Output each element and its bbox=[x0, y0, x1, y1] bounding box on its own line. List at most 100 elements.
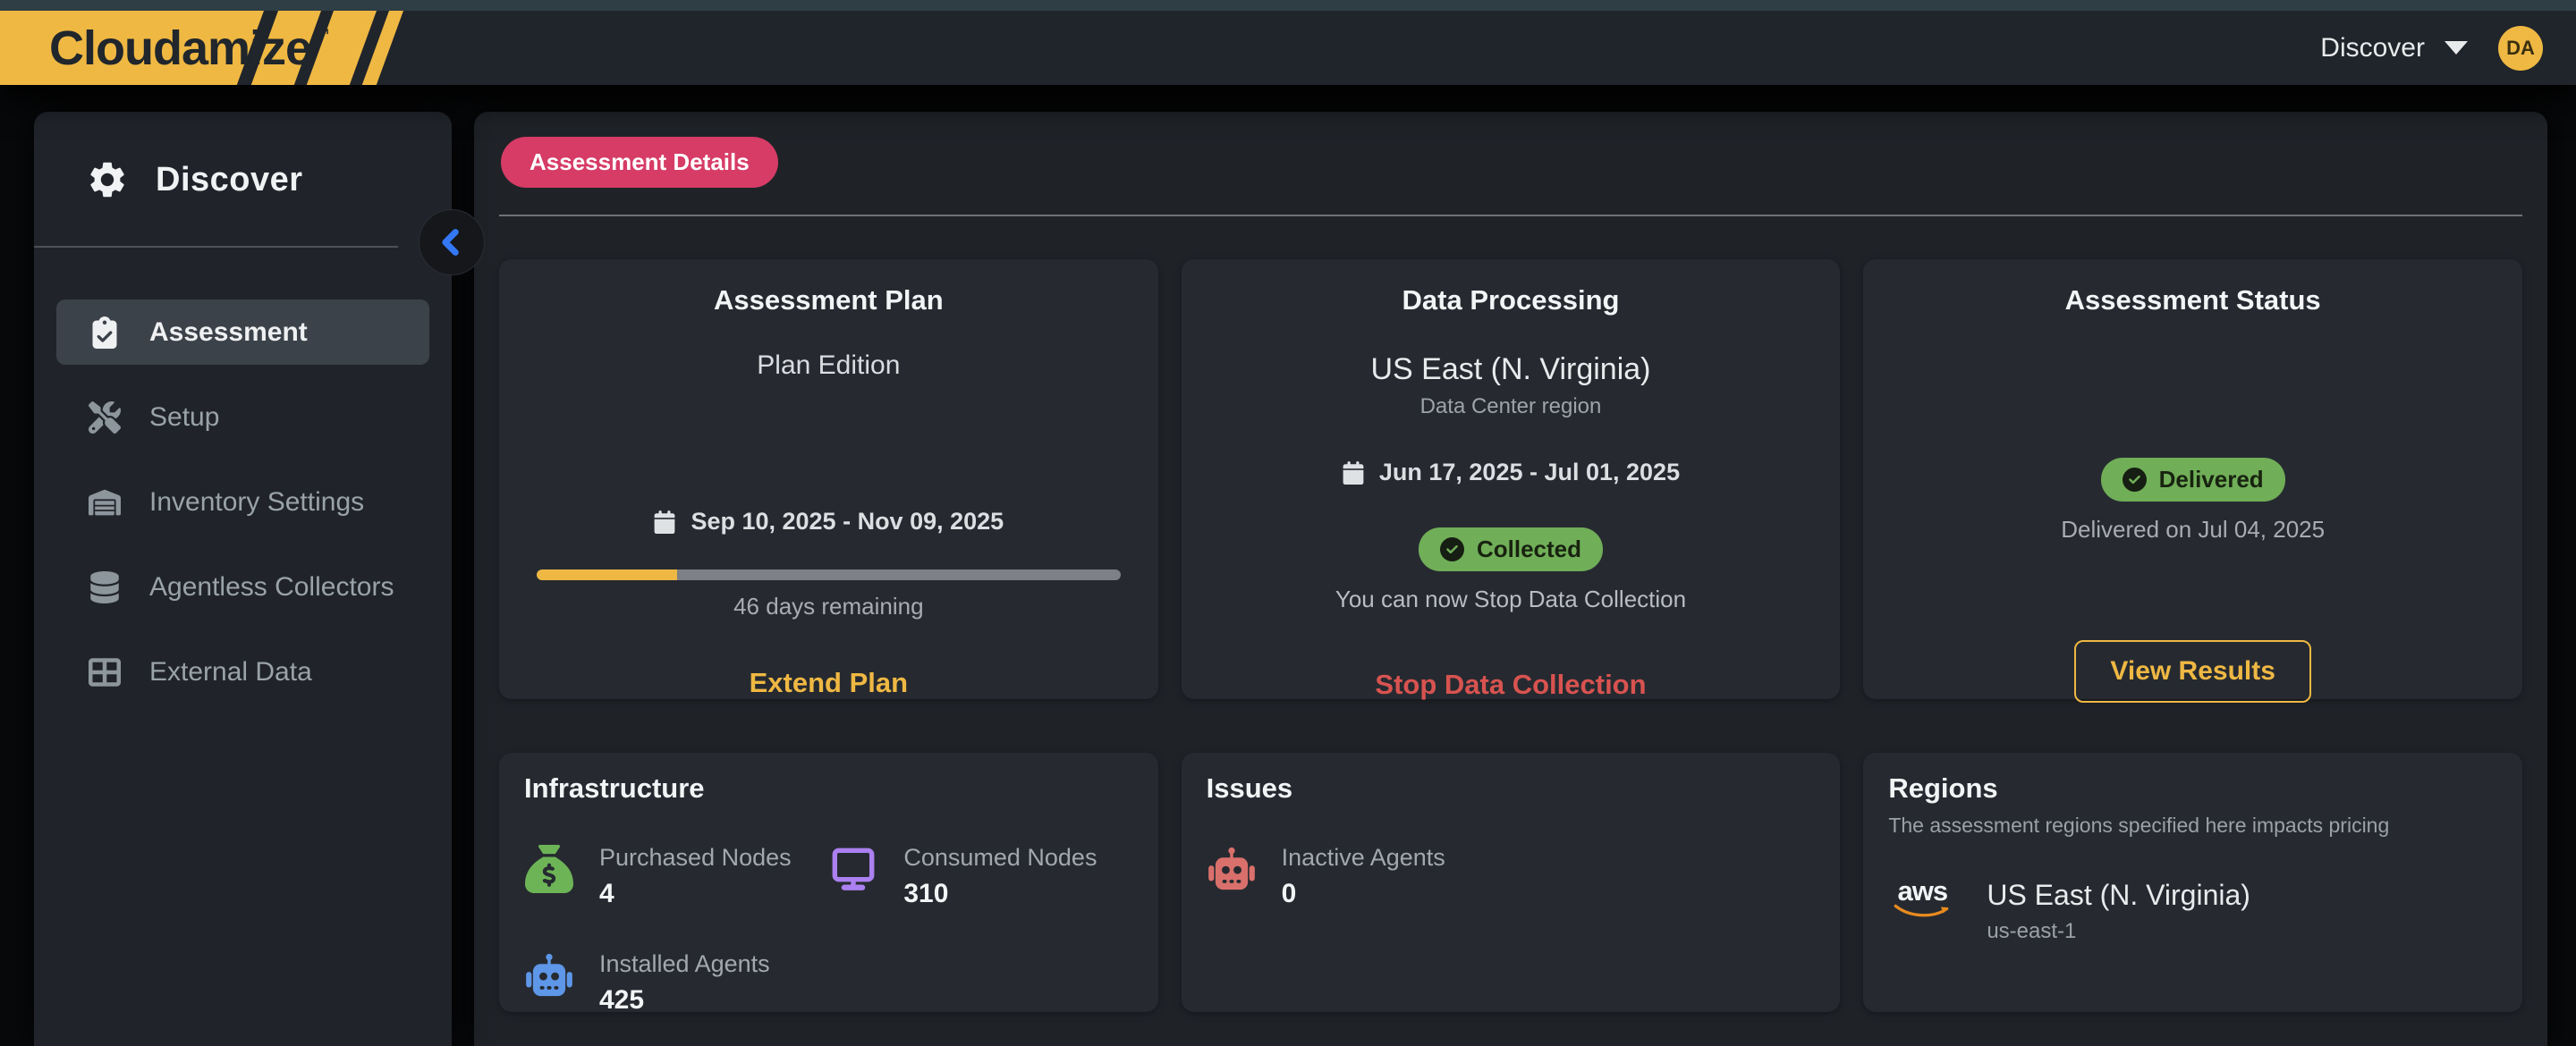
metric-value: 0 bbox=[1282, 879, 1445, 909]
metric-value: 425 bbox=[599, 985, 770, 1016]
check-circle-icon bbox=[2123, 468, 2147, 492]
card-title: Data Processing bbox=[1402, 284, 1620, 316]
card-title: Regions bbox=[1888, 772, 2497, 805]
sidebar-item-external-data[interactable]: External Data bbox=[56, 639, 429, 704]
processing-region: US East (N. Virginia) bbox=[1370, 352, 1650, 387]
region-name: US East (N. Virginia) bbox=[1987, 879, 2250, 912]
metric-label: Purchased Nodes bbox=[599, 844, 792, 872]
gear-icon bbox=[86, 158, 129, 201]
metric-text: Purchased Nodes 4 bbox=[599, 844, 792, 909]
sidebar-item-inventory-settings[interactable]: Inventory Settings bbox=[56, 469, 429, 535]
card-title: Issues bbox=[1207, 772, 1816, 805]
table-icon bbox=[89, 656, 121, 688]
delivered-status-badge: Delivered bbox=[2101, 458, 2285, 502]
region-code: us-east-1 bbox=[1987, 919, 2250, 944]
window-top-strip bbox=[0, 0, 2576, 11]
metric-label: Installed Agents bbox=[599, 950, 770, 978]
trademark-symbol: ™ bbox=[314, 26, 329, 45]
plan-date-range: Sep 10, 2025 - Nov 09, 2025 bbox=[653, 508, 1004, 536]
brand-text: Cloudamize™ bbox=[49, 11, 329, 85]
warehouse-icon bbox=[89, 486, 121, 519]
assessment-plan-card: Assessment Plan Plan Edition Sep 10, 202… bbox=[499, 259, 1158, 699]
sidebar-header: Discover bbox=[34, 112, 452, 201]
plan-progress-bar bbox=[537, 569, 1121, 580]
tools-icon bbox=[89, 401, 121, 434]
navbar-right: Discover DA bbox=[2320, 11, 2543, 85]
sidebar-divider bbox=[34, 246, 398, 248]
collection-date-range: Jun 17, 2025 - Jul 01, 2025 bbox=[1342, 459, 1680, 486]
metric-label: Consumed Nodes bbox=[903, 844, 1097, 872]
assessment-details-badge: Assessment Details bbox=[501, 137, 778, 188]
sidebar-item-setup[interactable]: Setup bbox=[56, 384, 429, 450]
issues-metrics: Inactive Agents 0 bbox=[1207, 844, 1816, 909]
regions-subtitle: The assessment regions specified here im… bbox=[1888, 814, 2497, 838]
main-panel: Assessment Details Assessment Plan Plan … bbox=[474, 112, 2547, 1046]
chevron-left-icon bbox=[436, 227, 467, 257]
metric-label: Inactive Agents bbox=[1282, 844, 1445, 872]
card-title: Assessment Plan bbox=[714, 284, 944, 316]
clipboard-check-icon bbox=[89, 316, 121, 349]
metric-text: Inactive Agents 0 bbox=[1282, 844, 1445, 909]
sidebar-title: Discover bbox=[156, 161, 303, 199]
sidebar-item-label: External Data bbox=[149, 657, 312, 687]
extend-plan-link[interactable]: Extend Plan bbox=[750, 667, 908, 699]
stop-data-collection-link[interactable]: Stop Data Collection bbox=[1375, 669, 1646, 701]
product-switcher-dropdown[interactable]: Discover bbox=[2320, 33, 2468, 63]
chevron-down-icon bbox=[2445, 41, 2468, 55]
assessment-status-card: Assessment Status Delivered Delivered on… bbox=[1863, 259, 2522, 699]
issues-card: Issues Inactive Agents 0 bbox=[1182, 753, 1841, 1012]
sidebar-item-label: Assessment bbox=[149, 317, 308, 348]
collected-status-badge: Collected bbox=[1419, 527, 1603, 571]
sidebar: Discover Assessment Setup Inventory Sett… bbox=[34, 112, 452, 1046]
metric-purchased-nodes: Purchased Nodes 4 bbox=[524, 844, 828, 909]
infrastructure-card: Infrastructure Purchased Nodes 4 bbox=[499, 753, 1158, 1012]
database-icon bbox=[89, 571, 121, 603]
robot-icon bbox=[524, 950, 574, 1000]
metric-value: 4 bbox=[599, 879, 792, 909]
calendar-icon bbox=[653, 510, 676, 534]
sidebar-item-label: Setup bbox=[149, 402, 219, 433]
card-title: Infrastructure bbox=[524, 772, 1133, 805]
sidebar-collapse-button[interactable] bbox=[419, 209, 485, 275]
regions-card: Regions The assessment regions specified… bbox=[1863, 753, 2522, 1012]
processing-region-caption: Data Center region bbox=[1420, 394, 1602, 419]
collected-status-text: Collected bbox=[1477, 536, 1581, 563]
metric-text: Installed Agents 425 bbox=[599, 950, 770, 1016]
top-navbar: Cloudamize™ Discover DA bbox=[0, 0, 2576, 85]
money-bag-icon bbox=[524, 844, 574, 894]
sidebar-item-assessment[interactable]: Assessment bbox=[56, 299, 429, 365]
region-text: US East (N. Virginia) us-east-1 bbox=[1987, 879, 2250, 944]
aws-icon: aws bbox=[1888, 879, 1956, 920]
cloudamize-logo[interactable]: Cloudamize™ bbox=[0, 11, 465, 85]
user-avatar[interactable]: DA bbox=[2498, 26, 2543, 71]
delivered-on-text: Delivered on Jul 04, 2025 bbox=[2061, 516, 2325, 544]
plan-progress-fill bbox=[537, 569, 677, 580]
stop-collection-hint: You can now Stop Data Collection bbox=[1335, 586, 1686, 613]
data-processing-card: Data Processing US East (N. Virginia) Da… bbox=[1182, 259, 1841, 699]
product-switcher-label: Discover bbox=[2320, 33, 2425, 63]
region-list-item: aws US East (N. Virginia) us-east-1 bbox=[1888, 879, 2497, 944]
collection-date-range-text: Jun 17, 2025 - Jul 01, 2025 bbox=[1379, 459, 1680, 486]
brand-name: Cloudamize bbox=[49, 21, 311, 76]
monitor-icon bbox=[828, 844, 878, 894]
metric-value: 310 bbox=[903, 879, 1097, 909]
sidebar-menu: Assessment Setup Inventory Settings Agen… bbox=[34, 299, 452, 704]
section-divider bbox=[499, 215, 2522, 216]
card-title: Assessment Status bbox=[2065, 284, 2321, 316]
metric-inactive-agents: Inactive Agents 0 bbox=[1207, 844, 1511, 909]
sidebar-item-label: Agentless Collectors bbox=[149, 572, 394, 603]
sidebar-item-label: Inventory Settings bbox=[149, 487, 364, 518]
infrastructure-metrics: Purchased Nodes 4 Consumed Nodes 310 bbox=[524, 844, 1133, 1016]
calendar-icon bbox=[1342, 461, 1365, 485]
metric-text: Consumed Nodes 310 bbox=[903, 844, 1097, 909]
metric-consumed-nodes: Consumed Nodes 310 bbox=[828, 844, 1132, 909]
cards-grid: Assessment Plan Plan Edition Sep 10, 202… bbox=[499, 259, 2522, 1012]
sidebar-item-agentless-collectors[interactable]: Agentless Collectors bbox=[56, 554, 429, 620]
plan-edition-label: Plan Edition bbox=[757, 350, 900, 381]
days-remaining-text: 46 days remaining bbox=[733, 593, 923, 620]
delivered-status-text: Delivered bbox=[2159, 466, 2264, 493]
view-results-button[interactable]: View Results bbox=[2074, 640, 2311, 703]
plan-date-range-text: Sep 10, 2025 - Nov 09, 2025 bbox=[691, 508, 1004, 536]
check-circle-icon bbox=[1440, 537, 1464, 561]
metric-installed-agents: Installed Agents 425 bbox=[524, 950, 828, 1016]
